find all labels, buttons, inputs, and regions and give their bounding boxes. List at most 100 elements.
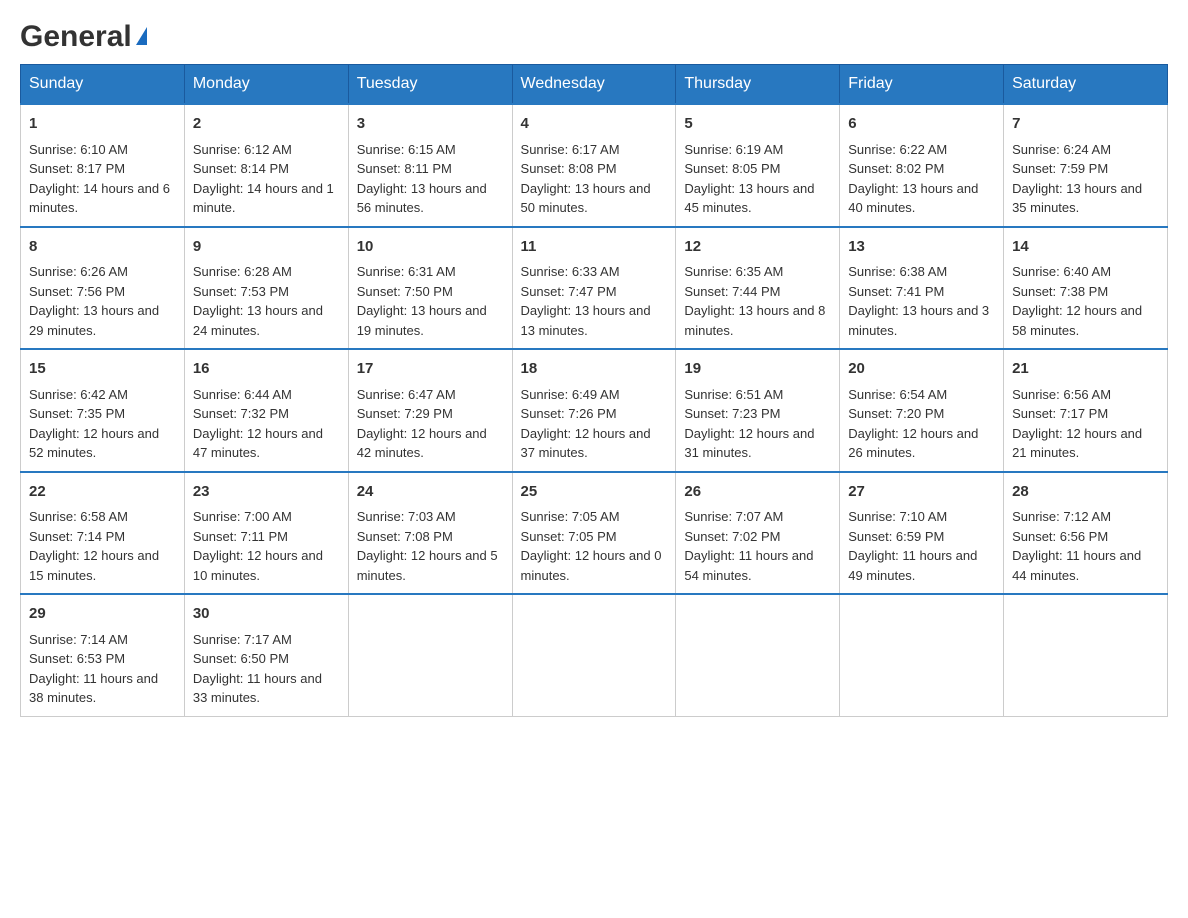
logo-text-general: General	[20, 20, 132, 54]
calendar-cell: 26 Sunrise: 7:07 AMSunset: 7:02 PMDayligh…	[676, 472, 840, 595]
day-number: 13	[848, 236, 995, 259]
day-info: Sunrise: 6:15 AMSunset: 8:11 PMDaylight:…	[357, 140, 504, 218]
day-info: Sunrise: 6:49 AMSunset: 7:26 PMDaylight:…	[521, 385, 668, 463]
day-info: Sunrise: 6:28 AMSunset: 7:53 PMDaylight:…	[193, 262, 340, 340]
calendar-header-wednesday: Wednesday	[512, 65, 676, 105]
calendar-cell: 19Sunrise: 6:51 AMSunset: 7:23 PMDayligh…	[676, 349, 840, 472]
calendar-cell: 23 Sunrise: 7:00 AMSunset: 7:11 PMDayligh…	[184, 472, 348, 595]
calendar-cell: 18Sunrise: 6:49 AMSunset: 7:26 PMDayligh…	[512, 349, 676, 472]
day-info: Sunrise: 6:54 AMSunset: 7:20 PMDaylight:…	[848, 385, 995, 463]
day-info: Sunrise: 6:17 AMSunset: 8:08 PMDaylight:…	[521, 140, 668, 218]
day-info: Sunrise: 7:10 AMSunset: 6:59 PMDaylight:…	[848, 507, 995, 585]
day-info: Sunrise: 6:47 AMSunset: 7:29 PMDaylight:…	[357, 385, 504, 463]
calendar-cell: 29 Sunrise: 7:14 AMSunset: 6:53 PMDayligh…	[21, 594, 185, 716]
calendar-cell: 15Sunrise: 6:42 AMSunset: 7:35 PMDayligh…	[21, 349, 185, 472]
day-number: 7	[1012, 113, 1159, 136]
calendar-week-row: 8 Sunrise: 6:26 AMSunset: 7:56 PMDaylight…	[21, 227, 1168, 350]
logo: General	[20, 20, 147, 54]
day-info: Sunrise: 6:26 AMSunset: 7:56 PMDaylight:…	[29, 262, 176, 340]
calendar-cell: 14 Sunrise: 6:40 AMSunset: 7:38 PMDayligh…	[1004, 227, 1168, 350]
calendar-header-row: SundayMondayTuesdayWednesdayThursdayFrid…	[21, 65, 1168, 105]
day-number: 12	[684, 236, 831, 259]
day-info: Sunrise: 7:17 AMSunset: 6:50 PMDaylight:…	[193, 630, 340, 708]
day-number: 21	[1012, 358, 1159, 381]
day-number: 1	[29, 113, 176, 136]
calendar-header-monday: Monday	[184, 65, 348, 105]
calendar-week-row: 22 Sunrise: 6:58 AMSunset: 7:14 PMDayligh…	[21, 472, 1168, 595]
calendar-cell: 16 Sunrise: 6:44 AMSunset: 7:32 PMDayligh…	[184, 349, 348, 472]
calendar-cell: 12 Sunrise: 6:35 AMSunset: 7:44 PMDayligh…	[676, 227, 840, 350]
calendar-cell: 10Sunrise: 6:31 AMSunset: 7:50 PMDayligh…	[348, 227, 512, 350]
day-info: Sunrise: 6:44 AMSunset: 7:32 PMDaylight:…	[193, 385, 340, 463]
calendar-cell: 3 Sunrise: 6:15 AMSunset: 8:11 PMDaylight…	[348, 104, 512, 227]
day-info: Sunrise: 6:58 AMSunset: 7:14 PMDaylight:…	[29, 507, 176, 585]
calendar-cell: 22 Sunrise: 6:58 AMSunset: 7:14 PMDayligh…	[21, 472, 185, 595]
day-number: 27	[848, 481, 995, 504]
calendar-cell: 24 Sunrise: 7:03 AMSunset: 7:08 PMDayligh…	[348, 472, 512, 595]
calendar-week-row: 29 Sunrise: 7:14 AMSunset: 6:53 PMDayligh…	[21, 594, 1168, 716]
calendar-cell: 6Sunrise: 6:22 AMSunset: 8:02 PMDaylight…	[840, 104, 1004, 227]
day-number: 23	[193, 481, 340, 504]
day-info: Sunrise: 6:33 AMSunset: 7:47 PMDaylight:…	[521, 262, 668, 340]
day-number: 6	[848, 113, 995, 136]
calendar-header-sunday: Sunday	[21, 65, 185, 105]
calendar-cell	[676, 594, 840, 716]
day-number: 17	[357, 358, 504, 381]
day-info: Sunrise: 6:10 AMSunset: 8:17 PMDaylight:…	[29, 140, 176, 218]
calendar-header-thursday: Thursday	[676, 65, 840, 105]
calendar-header-saturday: Saturday	[1004, 65, 1168, 105]
calendar-header-tuesday: Tuesday	[348, 65, 512, 105]
calendar-cell: 25Sunrise: 7:05 AMSunset: 7:05 PMDayligh…	[512, 472, 676, 595]
day-number: 5	[684, 113, 831, 136]
day-info: Sunrise: 6:35 AMSunset: 7:44 PMDaylight:…	[684, 262, 831, 340]
page-header: General	[20, 20, 1168, 54]
day-number: 26	[684, 481, 831, 504]
calendar-cell: 1 Sunrise: 6:10 AMSunset: 8:17 PMDaylight…	[21, 104, 185, 227]
day-info: Sunrise: 6:56 AMSunset: 7:17 PMDaylight:…	[1012, 385, 1159, 463]
calendar-cell: 2 Sunrise: 6:12 AMSunset: 8:14 PMDaylight…	[184, 104, 348, 227]
day-info: Sunrise: 7:12 AMSunset: 6:56 PMDaylight:…	[1012, 507, 1159, 585]
day-number: 2	[193, 113, 340, 136]
day-number: 30	[193, 603, 340, 626]
day-info: Sunrise: 7:07 AMSunset: 7:02 PMDaylight:…	[684, 507, 831, 585]
calendar-header-friday: Friday	[840, 65, 1004, 105]
calendar-cell	[348, 594, 512, 716]
day-number: 14	[1012, 236, 1159, 259]
calendar-cell: 5Sunrise: 6:19 AMSunset: 8:05 PMDaylight…	[676, 104, 840, 227]
day-info: Sunrise: 7:00 AMSunset: 7:11 PMDaylight:…	[193, 507, 340, 585]
day-number: 3	[357, 113, 504, 136]
calendar-cell: 13 Sunrise: 6:38 AMSunset: 7:41 PMDayligh…	[840, 227, 1004, 350]
day-number: 4	[521, 113, 668, 136]
calendar-cell: 21 Sunrise: 6:56 AMSunset: 7:17 PMDayligh…	[1004, 349, 1168, 472]
calendar-cell: 20 Sunrise: 6:54 AMSunset: 7:20 PMDayligh…	[840, 349, 1004, 472]
day-info: Sunrise: 7:05 AMSunset: 7:05 PMDaylight:…	[521, 507, 668, 585]
calendar-cell: 11 Sunrise: 6:33 AMSunset: 7:47 PMDayligh…	[512, 227, 676, 350]
calendar-week-row: 15Sunrise: 6:42 AMSunset: 7:35 PMDayligh…	[21, 349, 1168, 472]
day-info: Sunrise: 6:38 AMSunset: 7:41 PMDaylight:…	[848, 262, 995, 340]
calendar-cell	[1004, 594, 1168, 716]
day-info: Sunrise: 6:40 AMSunset: 7:38 PMDaylight:…	[1012, 262, 1159, 340]
day-info: Sunrise: 6:24 AMSunset: 7:59 PMDaylight:…	[1012, 140, 1159, 218]
calendar-cell: 28 Sunrise: 7:12 AMSunset: 6:56 PMDayligh…	[1004, 472, 1168, 595]
calendar-cell: 30 Sunrise: 7:17 AMSunset: 6:50 PMDayligh…	[184, 594, 348, 716]
day-number: 24	[357, 481, 504, 504]
day-number: 28	[1012, 481, 1159, 504]
day-number: 22	[29, 481, 176, 504]
calendar-cell: 7 Sunrise: 6:24 AMSunset: 7:59 PMDaylight…	[1004, 104, 1168, 227]
day-info: Sunrise: 7:14 AMSunset: 6:53 PMDaylight:…	[29, 630, 176, 708]
day-number: 29	[29, 603, 176, 626]
day-number: 8	[29, 236, 176, 259]
day-info: Sunrise: 7:03 AMSunset: 7:08 PMDaylight:…	[357, 507, 504, 585]
day-info: Sunrise: 6:31 AMSunset: 7:50 PMDaylight:…	[357, 262, 504, 340]
day-number: 20	[848, 358, 995, 381]
day-number: 9	[193, 236, 340, 259]
day-info: Sunrise: 6:51 AMSunset: 7:23 PMDaylight:…	[684, 385, 831, 463]
calendar-table: SundayMondayTuesdayWednesdayThursdayFrid…	[20, 64, 1168, 717]
day-number: 16	[193, 358, 340, 381]
day-info: Sunrise: 6:12 AMSunset: 8:14 PMDaylight:…	[193, 140, 340, 218]
calendar-cell: 9 Sunrise: 6:28 AMSunset: 7:53 PMDaylight…	[184, 227, 348, 350]
calendar-cell: 27 Sunrise: 7:10 AMSunset: 6:59 PMDayligh…	[840, 472, 1004, 595]
day-number: 11	[521, 236, 668, 259]
calendar-cell: 17 Sunrise: 6:47 AMSunset: 7:29 PMDayligh…	[348, 349, 512, 472]
day-number: 15	[29, 358, 176, 381]
